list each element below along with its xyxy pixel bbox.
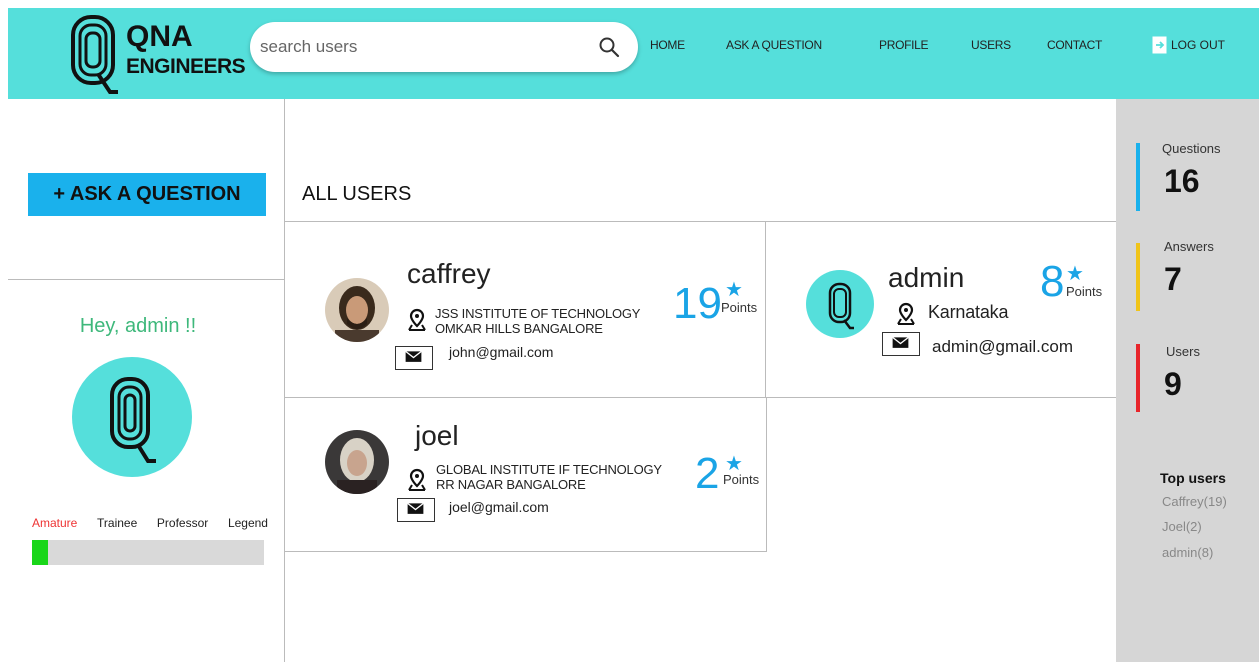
- logo-line1: QNA: [126, 20, 193, 53]
- nav-contact[interactable]: CONTACT: [1047, 38, 1102, 52]
- mail-icon-box: [397, 498, 435, 522]
- search-icon[interactable]: [598, 36, 620, 58]
- top-users-title: Top users: [1160, 470, 1226, 486]
- level-trainee: Trainee: [97, 516, 138, 530]
- stat-accent-bar: [1136, 243, 1140, 311]
- user-photo-admin[interactable]: [806, 270, 874, 338]
- left-sidebar: + ASK A QUESTION Hey, admin !! Amature T…: [8, 99, 285, 662]
- q-logo-icon: [71, 15, 118, 94]
- mail-icon-box: [395, 346, 433, 370]
- logout-icon: [1152, 36, 1167, 54]
- user-name[interactable]: admin: [888, 262, 964, 294]
- ask-question-button[interactable]: + ASK A QUESTION: [28, 173, 266, 216]
- star-icon: ★: [1066, 263, 1084, 285]
- location-line2: RR NAGAR BANGALORE: [436, 477, 586, 492]
- location-pin-icon: [897, 302, 915, 325]
- stat-value: 9: [1164, 366, 1182, 402]
- top-user-item[interactable]: admin(8): [1162, 545, 1213, 560]
- level-professor: Professor: [156, 516, 209, 530]
- level-progress-bar: [32, 540, 264, 565]
- user-name[interactable]: caffrey: [407, 258, 491, 290]
- user-name[interactable]: joel: [415, 420, 459, 452]
- level-labels: Amature Trainee Professor Legend: [32, 516, 268, 530]
- logout-button[interactable]: LOG OUT: [1152, 36, 1225, 54]
- location-line1: JSS INSTITUTE OF TECHNOLOGY: [435, 306, 641, 321]
- stat-value: 16: [1164, 163, 1200, 199]
- user-photo: [325, 278, 389, 342]
- mail-icon: [407, 502, 424, 514]
- user-institute: GLOBAL INSTITUTE IF TECHNOLOGY RR NAGAR …: [436, 462, 662, 492]
- points-value: 2: [695, 449, 720, 498]
- stat-label: Questions: [1162, 141, 1221, 156]
- level-progress-fill: [32, 540, 49, 565]
- location-line2: OMKAR HILLS BANGALORE: [435, 321, 603, 336]
- star-icon: ★: [725, 279, 743, 301]
- location-pin-icon: [408, 468, 426, 491]
- level-amature: Amature: [32, 516, 78, 530]
- page-title: ALL USERS: [302, 183, 412, 205]
- top-user-item[interactable]: Caffrey(19): [1162, 494, 1227, 509]
- logout-label: LOG OUT: [1171, 38, 1226, 52]
- user-institute: JSS INSTITUTE OF TECHNOLOGY OMKAR HILLS …: [435, 306, 640, 336]
- profile-avatar[interactable]: [72, 357, 192, 477]
- level-legend: Legend: [227, 516, 268, 530]
- location-pin-icon: [408, 308, 426, 331]
- nav-home[interactable]: HOME: [650, 38, 685, 52]
- top-user-item[interactable]: Joel(2): [1162, 519, 1202, 534]
- user-card-admin[interactable]: admin Karnataka admin@gmail.com 8 ★ Poin…: [766, 221, 1116, 398]
- points-value: 19: [673, 279, 722, 328]
- greeting-text: Hey, admin !!: [79, 315, 197, 337]
- stat-accent-bar: [1136, 344, 1140, 412]
- user-photo-joel[interactable]: [325, 430, 389, 494]
- sidebar-divider: [8, 279, 285, 280]
- qna-logo[interactable]: QNA ENGINEERS: [70, 14, 250, 96]
- search-input[interactable]: [260, 30, 580, 64]
- stat-accent-bar: [1136, 143, 1140, 211]
- right-sidebar: Questions 16 Answers 7 Users 9 Top users…: [1116, 99, 1259, 662]
- star-icon: ★: [725, 453, 743, 475]
- mail-icon-box: [882, 332, 920, 356]
- user-card-joel[interactable]: joel GLOBAL INSTITUTE IF TECHNOLOGY RR N…: [285, 398, 767, 552]
- header-bar: QNA ENGINEERS HOME ASK A QUESTION PROFIL…: [8, 8, 1259, 99]
- user-photo: [325, 430, 389, 494]
- points-label: Points: [723, 472, 760, 487]
- stat-value: 7: [1164, 261, 1182, 297]
- points-value: 8: [1040, 257, 1065, 306]
- user-email[interactable]: joel@gmail.com: [449, 499, 549, 515]
- points-label: Points: [1066, 284, 1103, 299]
- location-line1: GLOBAL INSTITUTE IF TECHNOLOGY: [436, 462, 662, 477]
- stat-label: Answers: [1164, 239, 1214, 254]
- search-bar: [250, 22, 638, 72]
- nav-ask-question[interactable]: ASK A QUESTION: [726, 38, 822, 52]
- user-email[interactable]: admin@gmail.com: [932, 337, 1073, 357]
- logo-text: QNA ENGINEERS: [126, 20, 246, 78]
- logo-line2: ENGINEERS: [126, 55, 246, 78]
- q-logo-icon: [828, 282, 854, 330]
- user-photo-caffrey[interactable]: [325, 278, 389, 342]
- nav-users[interactable]: USERS: [971, 38, 1011, 52]
- mail-icon: [405, 350, 422, 362]
- points-label: Points: [721, 300, 758, 315]
- stat-label: Users: [1166, 344, 1200, 359]
- user-location: Karnataka: [928, 302, 1009, 322]
- user-card-caffrey[interactable]: caffrey JSS INSTITUTE OF TECHNOLOGY OMKA…: [285, 221, 766, 398]
- nav-profile[interactable]: PROFILE: [879, 38, 929, 52]
- mail-icon: [892, 336, 909, 348]
- user-email[interactable]: john@gmail.com: [449, 344, 553, 360]
- q-logo-icon: [110, 377, 156, 463]
